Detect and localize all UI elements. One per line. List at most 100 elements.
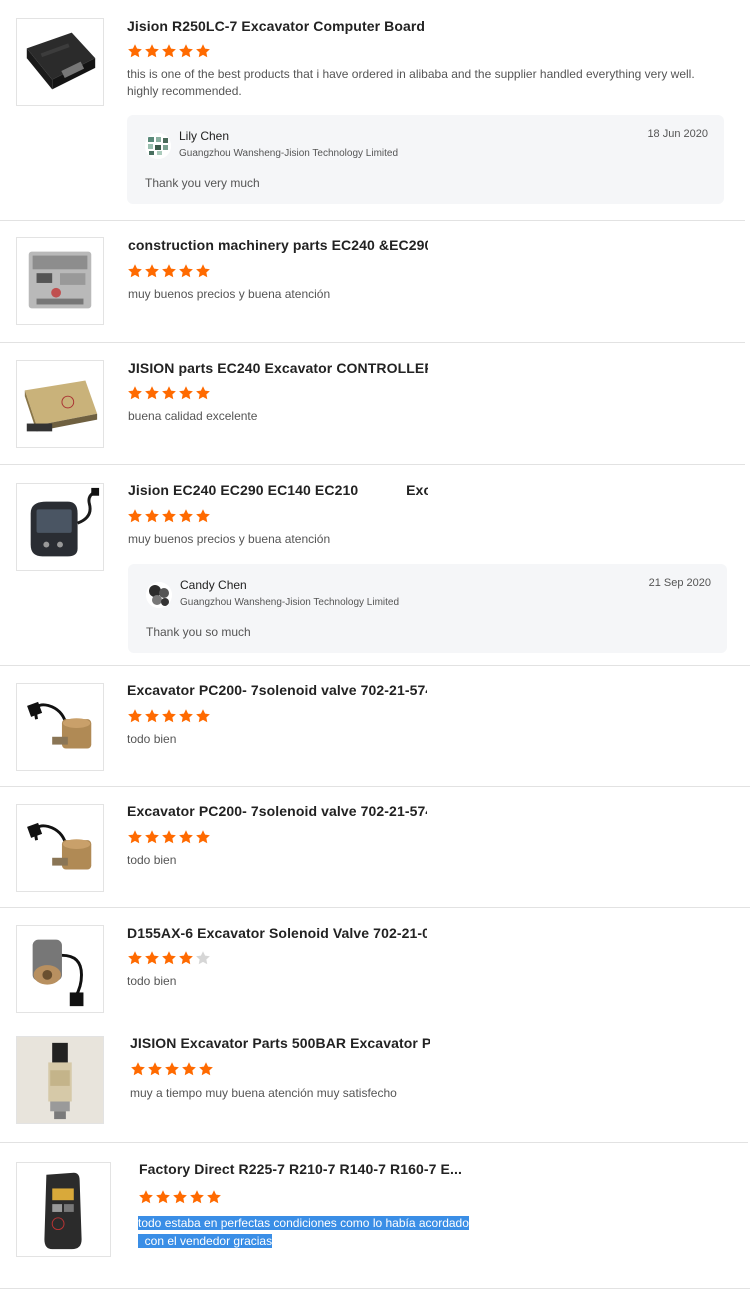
controller-unit-image	[17, 238, 103, 324]
seller-company: Guangzhou Wansheng-Jision Technology Lim…	[180, 597, 400, 608]
star-filled-icon	[207, 1190, 221, 1204]
product-title[interactable]: Factory Direct R225-7 R210-7 R140-7 R160…	[139, 1161, 469, 1177]
review-item: Jision EC240 EC290 EC140 EC210 Excav... …	[0, 465, 750, 665]
star-rating	[127, 950, 211, 966]
star-filled-icon	[145, 264, 159, 278]
review-comment: todo bien	[127, 732, 177, 746]
star-filled-icon	[145, 951, 159, 965]
product-thumbnail[interactable]	[16, 18, 104, 106]
product-thumbnail[interactable]	[16, 483, 104, 571]
star-filled-icon	[145, 386, 159, 400]
product-title[interactable]: Excavator PC200- 7solenoid valve 702-21-…	[127, 682, 427, 698]
star-filled-icon	[128, 709, 142, 723]
star-rating	[130, 1061, 214, 1077]
divider	[0, 1288, 750, 1289]
review-comment-line: todo estaba en perfectas condiciones com…	[138, 1216, 469, 1230]
product-thumbnail[interactable]	[16, 360, 104, 448]
seller-avatar	[146, 582, 172, 608]
star-filled-icon	[196, 509, 210, 523]
star-filled-icon	[162, 709, 176, 723]
star-filled-icon	[190, 1190, 204, 1204]
star-filled-icon	[179, 386, 193, 400]
review-item: D155AX-6 Excavator Solenoid Valve 702-21…	[0, 908, 750, 1028]
star-filled-icon	[199, 1062, 213, 1076]
review-item: Excavator PC200- 7solenoid valve 702-21-…	[0, 666, 750, 786]
star-filled-icon	[156, 1190, 170, 1204]
star-filled-icon	[162, 264, 176, 278]
star-filled-icon	[196, 709, 210, 723]
solenoid-valve-image	[17, 684, 103, 770]
seller-reply: Lily Chen Guangzhou Wansheng-Jision Tech…	[127, 115, 724, 204]
review-comment: this is one of the best products that i …	[127, 67, 695, 98]
review-item: construction machinery parts EC240 &EC29…	[0, 221, 750, 342]
star-rating	[138, 1189, 222, 1205]
review-comment: muy buenos precios y buena atención	[128, 532, 331, 546]
star-filled-icon	[128, 386, 142, 400]
star-filled-icon	[173, 1190, 187, 1204]
product-title[interactable]: Jision EC240 EC290 EC140 EC210 Excav...	[128, 482, 428, 498]
star-filled-icon	[128, 951, 142, 965]
star-filled-icon	[182, 1062, 196, 1076]
product-thumbnail[interactable]	[16, 804, 104, 892]
solenoid-valve-image	[17, 805, 103, 891]
review-comment-line: con el vendedor gracias	[144, 1234, 273, 1248]
product-thumbnail[interactable]	[16, 1162, 111, 1257]
product-title[interactable]: Jision R250LC-7 Excavator Computer Board…	[127, 18, 427, 34]
seller-company: Guangzhou Wansheng-Jision Technology Lim…	[179, 148, 399, 159]
star-filled-icon	[128, 264, 142, 278]
star-filled-icon	[162, 386, 176, 400]
star-filled-icon	[162, 44, 176, 58]
star-rating	[127, 508, 211, 524]
review-comment: muy buenos precios y buena atención	[128, 287, 331, 301]
reply-date: 18 Jun 2020	[647, 128, 708, 140]
star-filled-icon	[145, 709, 159, 723]
review-comment: todo bien	[127, 853, 177, 867]
star-rating	[127, 263, 211, 279]
product-thumbnail[interactable]	[16, 1036, 104, 1124]
star-filled-icon	[148, 1062, 162, 1076]
review-item: Jision R250LC-7 Excavator Computer Board…	[0, 0, 750, 220]
star-empty-icon	[196, 951, 210, 965]
pressure-sensor-image	[17, 1037, 103, 1123]
seller-reply: Candy Chen Guangzhou Wansheng-Jision Tec…	[128, 564, 727, 653]
star-filled-icon	[139, 1190, 153, 1204]
product-thumbnail[interactable]	[16, 237, 104, 325]
seller-avatar	[145, 133, 171, 159]
star-filled-icon	[179, 830, 193, 844]
review-comment: muy a tiempo muy buena atención muy sati…	[130, 1086, 397, 1100]
star-rating	[127, 43, 211, 59]
reply-message: Thank you very much	[145, 176, 260, 190]
excavator-computer-board-image	[17, 19, 103, 105]
star-rating	[127, 385, 211, 401]
star-rating	[127, 708, 211, 724]
seller-name: Lily Chen	[179, 129, 230, 143]
review-comment: buena calidad excelente	[128, 409, 258, 423]
review-item: JISION Excavator Parts 500BAR Excavator …	[0, 1030, 750, 1142]
star-filled-icon	[128, 509, 142, 523]
star-filled-icon	[179, 44, 193, 58]
seller-name: Candy Chen	[180, 578, 247, 592]
product-title[interactable]: Excavator PC200- 7solenoid valve 702-21-…	[127, 803, 427, 819]
joystick-handle-image	[17, 1163, 110, 1256]
product-title[interactable]: D155AX-6 Excavator Solenoid Valve 702-21…	[127, 925, 427, 941]
star-filled-icon	[179, 951, 193, 965]
solenoid-valve-coil-image	[17, 926, 103, 1012]
star-rating	[127, 829, 211, 845]
star-filled-icon	[162, 509, 176, 523]
monitor-display-image	[17, 484, 103, 570]
star-filled-icon	[128, 44, 142, 58]
product-title[interactable]: JISION Excavator Parts 500BAR Excavator …	[130, 1035, 430, 1051]
reply-date: 21 Sep 2020	[648, 577, 711, 589]
star-filled-icon	[145, 509, 159, 523]
star-filled-icon	[162, 951, 176, 965]
product-title[interactable]: JISION parts EC240 Excavator CONTROLLER …	[128, 360, 428, 376]
star-filled-icon	[162, 830, 176, 844]
product-title[interactable]: construction machinery parts EC240 &EC29…	[128, 237, 428, 253]
review-item: Factory Direct R225-7 R210-7 R140-7 R160…	[0, 1143, 750, 1288]
review-item: Excavator PC200- 7solenoid valve 702-21-…	[0, 787, 750, 907]
star-filled-icon	[145, 44, 159, 58]
star-filled-icon	[179, 709, 193, 723]
product-thumbnail[interactable]	[16, 683, 104, 771]
gold-controller-image	[17, 361, 103, 447]
product-thumbnail[interactable]	[16, 925, 104, 1013]
